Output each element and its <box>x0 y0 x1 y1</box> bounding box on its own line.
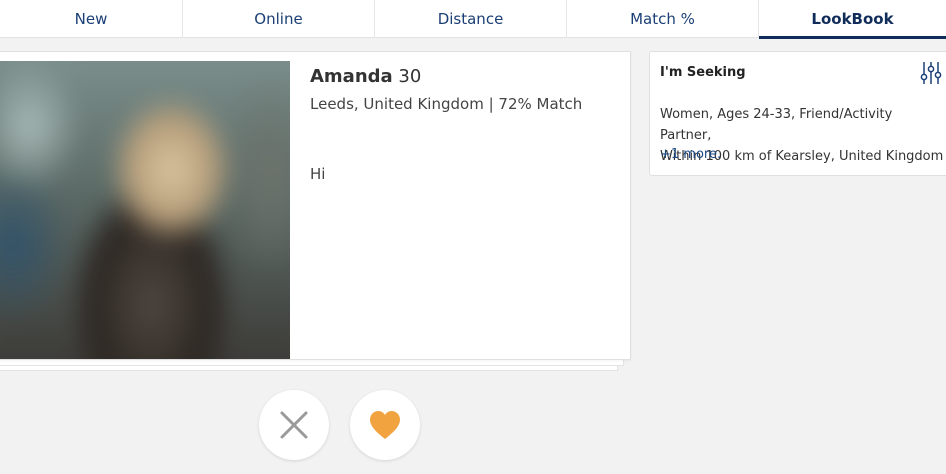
seeking-panel: I'm Seeking Women, Ages 24-33, Friend/Ac… <box>649 51 946 176</box>
tab-lookbook[interactable]: LookBook <box>759 0 946 39</box>
tab-new[interactable]: New <box>0 0 183 38</box>
filter-icon[interactable] <box>920 61 942 85</box>
tab-online[interactable]: Online <box>183 0 375 38</box>
filter-tabs: New Online Distance Match % LookBook <box>0 0 946 39</box>
close-icon <box>280 411 308 439</box>
heart-icon <box>370 411 400 439</box>
profile-age: 30 <box>398 66 422 87</box>
profile-location: Leeds, United Kingdom | 72% Match <box>310 95 583 113</box>
pass-button[interactable] <box>259 390 329 460</box>
seeking-more-link[interactable]: +1 more. <box>660 147 721 162</box>
profile-name: Amanda <box>310 66 393 87</box>
tab-distance[interactable]: Distance <box>375 0 567 38</box>
like-button[interactable] <box>350 390 420 460</box>
profile-card[interactable]: Amanda 30 Leeds, United Kingdom | 72% Ma… <box>0 51 631 360</box>
profile-name-age: Amanda 30 <box>310 66 421 87</box>
seeking-line-1: Women, Ages 24-33, Friend/Activity Partn… <box>660 107 893 143</box>
profile-photo[interactable] <box>0 61 290 359</box>
seeking-title: I'm Seeking <box>660 65 746 80</box>
tab-match[interactable]: Match % <box>567 0 759 38</box>
profile-message: Hi <box>310 165 326 183</box>
